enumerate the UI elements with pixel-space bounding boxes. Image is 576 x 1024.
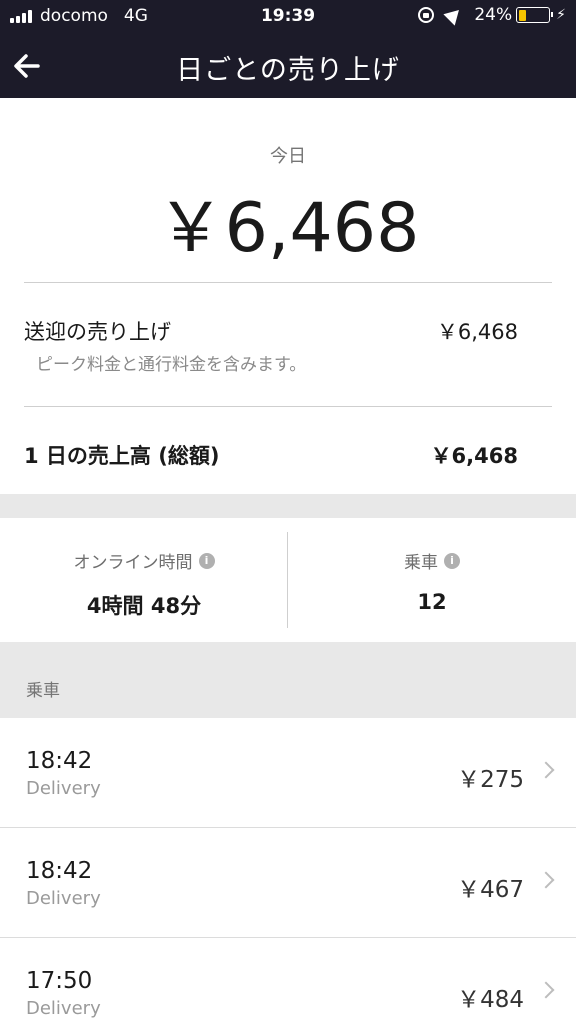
rotation-lock-icon xyxy=(418,7,435,23)
trip-time: 18:42 xyxy=(26,858,93,884)
chevron-right-icon xyxy=(537,981,555,999)
battery-level xyxy=(518,9,526,21)
divider xyxy=(24,282,552,283)
trip-fare: ￥467 xyxy=(457,877,524,903)
nav-bar: 日ごとの売り上げ xyxy=(0,34,576,98)
info-icon[interactable]: i xyxy=(198,552,215,569)
online-time-label-row: オンライン時間 i xyxy=(0,548,288,573)
pickup-earnings-value: ￥6,468 xyxy=(436,320,518,344)
location-arrow-icon xyxy=(443,4,465,26)
trips-section-title: 乗車 xyxy=(26,681,60,701)
today-amount: ￥6,468 xyxy=(156,189,420,268)
trip-time: 17:50 xyxy=(26,968,93,994)
daily-total-label: 1 日の売上高 (総額) xyxy=(24,444,220,468)
rides-value: 12 xyxy=(417,590,447,614)
pickup-earnings-note: ピーク料金と通行料金を含みます。 xyxy=(36,355,307,375)
stats-panel: オンライン時間 i 4時間 48分 乗車 i 12 xyxy=(0,518,576,642)
page-title: 日ごとの売り上げ xyxy=(176,55,400,86)
trip-type: Delivery xyxy=(26,998,101,1019)
charging-bolt-icon: ⚡ xyxy=(556,7,566,23)
today-label: 今日 xyxy=(270,146,306,167)
status-right: 24% ⚡ xyxy=(418,4,566,26)
chevron-right-icon xyxy=(537,761,555,779)
online-time-label: オンライン時間 xyxy=(73,553,193,573)
trip-type: Delivery xyxy=(26,888,101,909)
trip-fare: ￥484 xyxy=(457,987,524,1013)
rides-stat: 乗車 i 12 xyxy=(288,518,576,642)
trip-row[interactable]: 18:42 Delivery ￥467 xyxy=(0,828,576,938)
info-icon[interactable]: i xyxy=(444,552,460,569)
trip-row[interactable]: 17:50 Delivery ￥484 xyxy=(0,938,576,1024)
chevron-right-icon xyxy=(537,871,555,889)
trip-type: Delivery xyxy=(26,778,101,799)
daily-total-value: ￥6,468 xyxy=(430,444,518,468)
status-bar: docomo 4G 19:39 24% ⚡ xyxy=(0,0,576,34)
rides-label-row: 乗車 i xyxy=(288,548,576,573)
trips-section-header: 乗車 xyxy=(0,642,576,718)
pickup-earnings-label: 送迎の売り上げ xyxy=(24,320,171,344)
rides-label: 乗車 xyxy=(404,553,438,573)
trip-row[interactable]: 18:42 Delivery ￥275 xyxy=(0,718,576,828)
section-spacer xyxy=(0,494,576,518)
trip-fare: ￥275 xyxy=(457,767,524,793)
online-time-value: 4時間 48分 xyxy=(86,594,202,618)
battery-percent: 24% xyxy=(474,5,513,25)
trip-time: 18:42 xyxy=(26,748,93,774)
battery-icon xyxy=(516,7,554,23)
online-time-stat: オンライン時間 i 4時間 48分 xyxy=(0,518,288,642)
divider xyxy=(24,406,552,407)
